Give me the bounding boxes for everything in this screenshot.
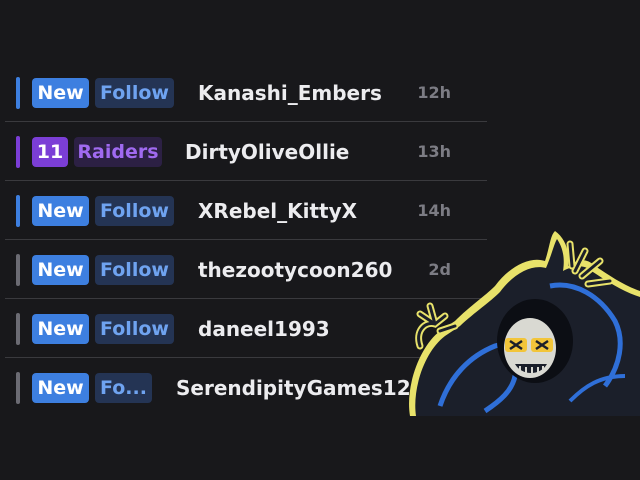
follow-tag: Follow [95, 255, 174, 285]
feed-item-raid[interactable]: 11 Raiders DirtyOliveOllie 13h [5, 122, 487, 181]
follow-tag: Follow [95, 196, 174, 226]
event-time: 12h [417, 83, 451, 102]
grim-reaper-mascot-icon [409, 231, 640, 416]
event-time: 14h [417, 201, 451, 220]
follow-tag: Follow [95, 78, 174, 108]
follow-tag: Follow [95, 314, 174, 344]
read-indicator [16, 254, 20, 286]
username[interactable]: daneel1993 [198, 312, 330, 346]
unread-indicator [16, 77, 20, 109]
event-time: 13h [417, 142, 451, 161]
raiders-tag: Raiders [74, 137, 162, 167]
unread-indicator [16, 136, 20, 168]
raider-count-badge: 11 [32, 137, 68, 167]
new-badge: New [32, 255, 89, 285]
new-badge: New [32, 373, 89, 403]
username[interactable]: thezootycoon260 [198, 253, 392, 287]
username[interactable]: XRebel_KittyX [198, 194, 357, 228]
new-badge: New [32, 78, 89, 108]
username[interactable]: Kanashi_Embers [198, 76, 382, 110]
new-badge: New [32, 314, 89, 344]
stream-activity-panel: New Follow Kanashi_Embers 12h 11 Raiders… [0, 0, 640, 480]
read-indicator [16, 372, 20, 404]
unread-indicator [16, 195, 20, 227]
follow-tag: Fo... [95, 373, 152, 403]
feed-item-follow[interactable]: New Follow Kanashi_Embers 12h [5, 63, 487, 122]
read-indicator [16, 313, 20, 345]
username[interactable]: DirtyOliveOllie [185, 135, 349, 169]
new-badge: New [32, 196, 89, 226]
